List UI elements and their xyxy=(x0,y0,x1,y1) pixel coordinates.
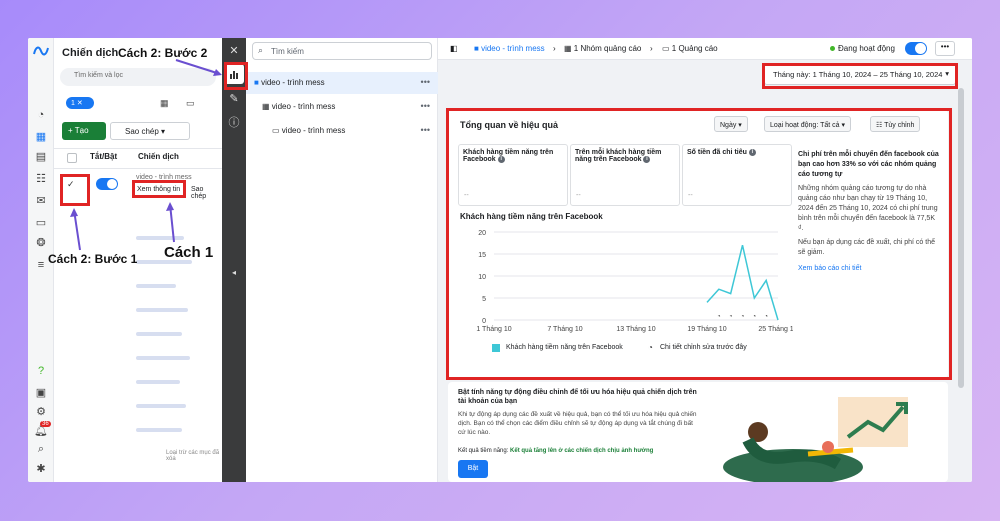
app-window: ◔ ▦ ▤ ☷ ✉ ▭ ❂ ≡ ? ▣ ⚙ 🔔︎ 36 ⌕ ✱ Chiến dị… xyxy=(28,38,972,482)
arrowhead xyxy=(70,208,78,217)
arrowhead xyxy=(166,202,174,211)
annotation-arrows xyxy=(70,59,222,251)
arrow-to-chart-button xyxy=(175,59,221,75)
